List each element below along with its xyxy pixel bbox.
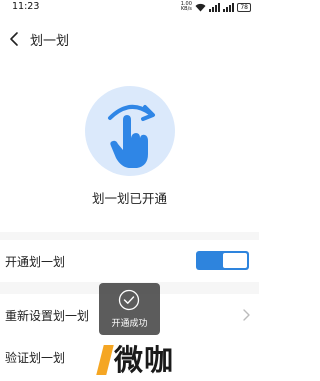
signal-icon [209,2,221,12]
wifi-icon [195,3,206,11]
status-icons: 1.00 KB/s 78 [180,2,251,12]
enabled-status-text: 划一划已开通 [91,191,167,206]
back-chevron-icon[interactable] [6,30,24,48]
watermark-logo: 微咖 [96,337,220,377]
reset-label: 重新设置划一划 [5,309,90,323]
chevron-right-icon [243,309,250,321]
enable-toggle[interactable] [196,251,249,270]
swipe-illustration [85,86,175,176]
status-time: 11:23 [12,1,40,12]
verify-label: 验证划一划 [5,351,66,365]
toggle-knob [223,253,247,268]
check-circle-icon [118,289,140,311]
watermark-text: 微咖 [114,343,175,377]
hero-section: 划一划已开通 [0,58,259,228]
swipe-hand-icon [108,105,155,168]
enable-label: 开通划一划 [5,255,66,269]
enable-row: 开通划一划 [0,240,259,282]
net-speed: 1.00 KB/s [180,2,192,12]
nav-bar: 划一划 [0,22,259,58]
page-title: 划一划 [30,34,70,49]
success-toast: 开通成功 [99,283,160,335]
signal-icon-2 [223,2,235,12]
toast-text: 开通成功 [111,319,148,329]
battery-icon: 78 [237,2,251,12]
status-bar: 11:23 1.00 KB/s 78 [0,0,259,16]
section-divider [0,232,259,240]
net-speed-unit: KB/s [180,6,192,12]
